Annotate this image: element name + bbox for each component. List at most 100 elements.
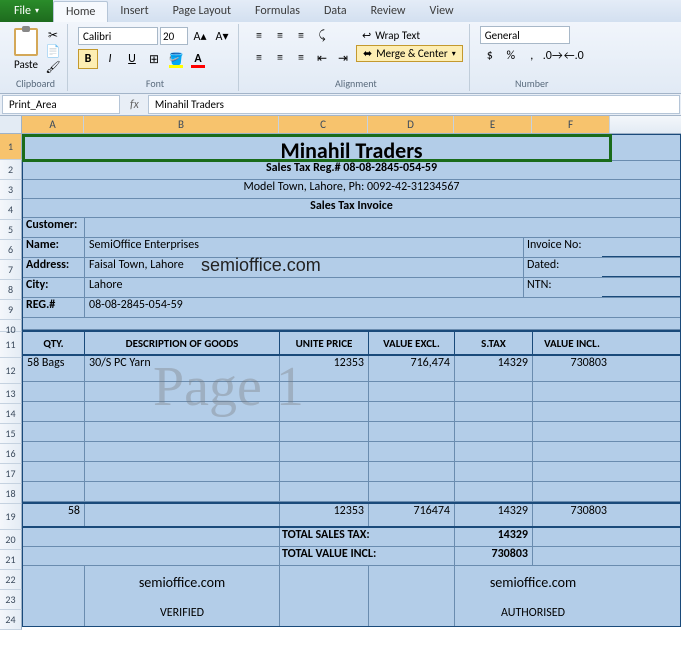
increase-decimal-icon[interactable]: .0→ <box>543 46 563 66</box>
formula-input[interactable] <box>148 95 680 114</box>
table-row <box>23 442 680 462</box>
bold-button[interactable]: B <box>78 49 98 69</box>
row-header[interactable]: 19 <box>0 504 22 530</box>
row-header[interactable]: 2 <box>0 160 22 180</box>
tab-insert[interactable]: Insert <box>108 1 160 21</box>
dated-label: Dated: <box>524 258 602 277</box>
row-header[interactable]: 3 <box>0 180 22 200</box>
font-color-button[interactable]: A <box>188 49 208 69</box>
row-header[interactable]: 11 <box>0 332 22 358</box>
row-header[interactable]: 22 <box>0 570 22 590</box>
merge-center-button[interactable]: ⬌Merge & Center▾ <box>356 45 463 62</box>
row-header[interactable]: 24 <box>0 610 22 630</box>
align-middle-icon[interactable]: ≡ <box>270 26 290 46</box>
cell-vincl: 730803 <box>533 356 611 381</box>
th-uprice: UNITE PRICE <box>280 332 369 354</box>
cell-desc: 30/S PC Yarn <box>85 356 280 381</box>
indent-increase-icon[interactable]: ⇥ <box>333 48 353 68</box>
row-header[interactable]: 5 <box>0 220 22 240</box>
comma-icon[interactable]: , <box>522 46 542 66</box>
totals-row: 58 12353 716474 14329 730803 <box>23 502 680 528</box>
align-center-icon[interactable]: ≡ <box>270 48 290 68</box>
row-header[interactable]: 6 <box>0 240 22 260</box>
row-header[interactable]: 1 <box>0 134 22 160</box>
group-label-font: Font <box>78 77 232 91</box>
table-row <box>23 482 680 502</box>
file-tab[interactable]: File▾ <box>0 0 53 22</box>
formula-bar: fx <box>0 94 681 116</box>
row-header[interactable]: 10 <box>0 320 22 332</box>
wrap-text-button[interactable]: ↩Wrap Text <box>356 28 463 43</box>
align-left-icon[interactable]: ≡ <box>249 48 269 68</box>
tab-formulas[interactable]: Formulas <box>243 1 312 21</box>
col-header-a[interactable]: A <box>22 116 84 133</box>
tab-home[interactable]: Home <box>53 1 108 22</box>
row-header[interactable]: 16 <box>0 444 22 464</box>
row-header[interactable]: 8 <box>0 280 22 300</box>
tab-review[interactable]: Review <box>359 1 418 21</box>
chevron-down-icon: ▾ <box>452 49 456 59</box>
select-all-corner[interactable] <box>0 116 22 133</box>
format-painter-icon[interactable]: 🖌 <box>45 60 61 74</box>
align-bottom-icon[interactable]: ≡ <box>291 26 311 46</box>
orientation-icon[interactable]: ⤹ <box>312 26 332 46</box>
decrease-decimal-icon[interactable]: ←.0 <box>564 46 584 66</box>
col-header-b[interactable]: B <box>84 116 279 133</box>
percent-icon[interactable]: % <box>501 46 521 66</box>
reg-line: Sales Tax Reg.# 08-08-2845-054-59 <box>23 161 680 180</box>
font-size-select[interactable] <box>160 27 188 45</box>
row-header[interactable]: 12 <box>0 358 22 384</box>
border-button[interactable]: ⊞ <box>144 49 164 69</box>
cut-icon[interactable]: ✂ <box>45 28 61 42</box>
tab-pagelayout[interactable]: Page Layout <box>161 1 243 21</box>
total-vincl: 730803 <box>533 504 611 526</box>
row-header[interactable]: 17 <box>0 464 22 484</box>
group-label-number: Number <box>480 77 584 91</box>
tab-view[interactable]: View <box>418 1 466 21</box>
group-font: A▴ A▾ B I U ⊞ 🪣 A Font <box>72 24 239 91</box>
paste-button[interactable]: Paste <box>10 26 42 73</box>
copy-icon[interactable]: 📄 <box>45 44 61 58</box>
fill-color-button[interactable]: 🪣 <box>166 49 186 69</box>
row-header[interactable]: 7 <box>0 260 22 280</box>
row-header[interactable]: 4 <box>0 200 22 220</box>
align-right-icon[interactable]: ≡ <box>291 48 311 68</box>
row-header[interactable]: 15 <box>0 424 22 444</box>
total-vincl-label: TOTAL VALUE INCL: <box>280 547 455 565</box>
row-header[interactable]: 13 <box>0 384 22 404</box>
currency-icon[interactable]: $ <box>480 46 500 66</box>
row-header[interactable]: 14 <box>0 404 22 424</box>
row-header[interactable]: 23 <box>0 590 22 610</box>
row-header[interactable]: 20 <box>0 530 22 550</box>
table-row <box>23 402 680 422</box>
fx-icon[interactable]: fx <box>122 98 147 112</box>
total-stax: 14329 <box>455 504 533 526</box>
underline-button[interactable]: U <box>122 49 142 69</box>
decrease-font-icon[interactable]: A▾ <box>212 26 232 46</box>
row-header[interactable]: 18 <box>0 484 22 504</box>
italic-button[interactable]: I <box>100 49 120 69</box>
col-header-f[interactable]: F <box>532 116 610 133</box>
indent-decrease-icon[interactable]: ⇤ <box>312 48 332 68</box>
merge-icon: ⬌ <box>363 47 372 60</box>
regno-value: 08-08-2845-054-59 <box>85 298 680 317</box>
row-headers: 1 2 3 4 5 6 7 8 9 10 11 12 13 14 15 16 1… <box>0 134 22 630</box>
table-row <box>23 382 680 402</box>
col-header-e[interactable]: E <box>454 116 532 133</box>
cell-uprice: 12353 <box>280 356 369 381</box>
row-header[interactable]: 9 <box>0 300 22 320</box>
name-box[interactable] <box>2 95 120 114</box>
total-stax-label: TOTAL SALES TAX: <box>280 528 455 546</box>
col-header-d[interactable]: D <box>368 116 454 133</box>
sheet-content[interactable]: Page 1 semioffice.com Minahil Traders Sa… <box>22 134 681 630</box>
verified-sig: semioffice.com <box>85 566 280 606</box>
row-header[interactable]: 21 <box>0 550 22 570</box>
increase-font-icon[interactable]: A▴ <box>190 26 210 46</box>
number-format-select[interactable] <box>480 26 570 44</box>
align-top-icon[interactable]: ≡ <box>249 26 269 46</box>
city-value: Lahore <box>85 278 524 297</box>
col-header-c[interactable]: C <box>279 116 368 133</box>
tab-data[interactable]: Data <box>312 1 359 21</box>
verified-label: VERIFIED <box>85 606 280 626</box>
font-name-select[interactable] <box>78 27 158 45</box>
